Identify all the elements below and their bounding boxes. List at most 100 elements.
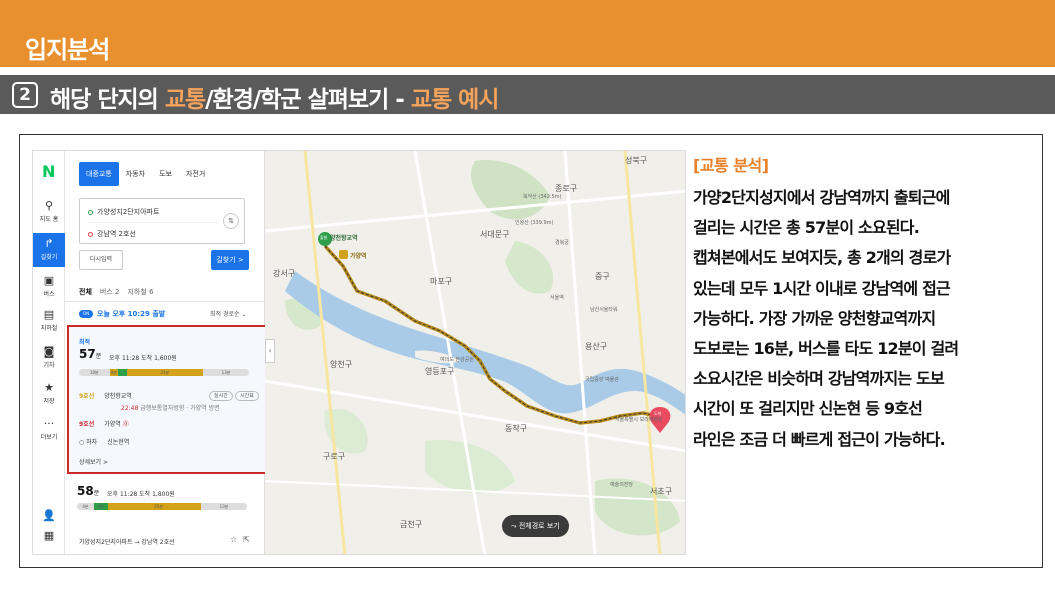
map-view[interactable]: 성북구 종로구 북악산 (342.5m) 인왕산 (339.9m) 서대문구 경… [265, 151, 685, 554]
sort-dropdown[interactable]: 최적 경로순 ⌄ [210, 309, 246, 318]
map-label: 영등포구 [425, 367, 455, 376]
tab-car[interactable]: 자동차 [119, 162, 152, 186]
star-icon[interactable]: ☆ [230, 535, 237, 544]
travel-mode-tabs: 대중교통 자동차 도보 자전거 [79, 162, 212, 186]
line-9-tag: 9호선 [79, 421, 95, 428]
map-canvas [265, 151, 685, 554]
section-bar: 2 해당 단지의 교통/환경/학군 살펴보기 - 교통 예시 [0, 75, 1055, 114]
timeline-segment-label: 9분 [110, 370, 117, 375]
heading-accent-example: 교통 예시 [410, 87, 500, 113]
tab-walk[interactable]: 도보 [152, 162, 179, 186]
departure-toggle[interactable]: ON [79, 310, 93, 318]
rail-item-grid[interactable]: ▦ [33, 529, 65, 544]
origin-field[interactable]: 가양성지2단지아파트 [88, 207, 159, 217]
tab-transit[interactable]: 대중교통 [79, 162, 119, 186]
reset-button[interactable]: 다시입력 [79, 250, 123, 270]
map-screenshot: N ⚲ 지도 홈 ↱ 길찾기 ▣ 버스 ▤ 지하철 ◙ 기차 ★ 저장 ··· 더보기 👤 ▦… [32, 150, 686, 555]
departure-time[interactable]: 오늘 오후 10:29 출발 [97, 309, 165, 319]
map-label: 동작구 [505, 424, 528, 433]
directions-panel: 대중교통 자동차 도보 자전거 가양성지2단지아파트 강남역 2호선 ⇅ 다시입… [65, 151, 267, 554]
step-sub-text: 급행보통열차방향 · 가양역 방면 [140, 405, 220, 412]
analysis-line: 라인은 조금 더 빠르게 접근이 가능하다. [693, 429, 946, 449]
footer-actions: ☆ ⇱ [230, 535, 250, 544]
pin-icon: ⚲ [44, 199, 54, 212]
alight-tag: ○ 하차 [79, 439, 98, 446]
route-arrival-fare: 오후 11:28 도착 1,600원 [109, 355, 177, 362]
rail-label: 버스 [43, 291, 55, 298]
origin-dot-icon [88, 209, 93, 215]
heading-text-mid: /환경/학군 살펴보기 - [205, 87, 411, 113]
map-label: 금천구 [400, 520, 423, 529]
analysis-body: 가양2단지성지에서 강남역까지 출퇴근에 걸리는 시간은 총 57분이 소요된다.… [693, 183, 1033, 455]
map-label: 마포구 [430, 277, 453, 286]
full-route-button[interactable]: ⤳ 전체경로 보기 [502, 515, 569, 537]
start-badge: 출발 [320, 235, 328, 240]
destination-dot-icon [88, 231, 93, 237]
rail-item-home[interactable]: ⚲ 지도 홈 [33, 199, 65, 223]
gayang-station-label: 가양역 [350, 253, 367, 260]
naver-logo[interactable]: N [42, 162, 55, 181]
share-icon[interactable]: ⇱ [243, 535, 250, 544]
heading-accent-traffic: 교통 [164, 87, 206, 113]
map-label: 성북구 [625, 156, 648, 165]
rail-item-directions[interactable]: ↱ 길찾기 [33, 233, 65, 267]
detail-link[interactable]: 상세보기 > [79, 457, 108, 466]
timeline-segment-label: 23분 [160, 370, 170, 375]
user-icon: 👤 [42, 509, 56, 522]
section-heading: 해당 단지의 교통/환경/학군 살펴보기 - 교통 예시 [50, 80, 500, 114]
expressway [303, 151, 347, 554]
transfer-icon: ⓪ [122, 421, 129, 428]
timeline-segment-label: 13분 [221, 370, 231, 375]
route-minutes: 58 [77, 484, 94, 498]
step-station: 신논현역 [107, 439, 130, 446]
rail-label: 기차 [43, 362, 55, 369]
collapse-panel-button[interactable]: ‹ [265, 339, 275, 363]
map-label: 예술의전당 [610, 482, 634, 488]
route-step: ○ 하차 신논현역 [79, 437, 259, 446]
map-label: 서울특별시 보라매병원 [615, 417, 663, 423]
map-label: 중구 [595, 272, 610, 281]
route-minutes: 57 [79, 347, 96, 361]
timetable-button[interactable]: 시간표 [235, 391, 259, 401]
rail-label: 더보기 [40, 434, 58, 441]
rail-item-subway[interactable]: ▤ 지하철 [33, 308, 65, 332]
result-tabs: 전체 버스 2 지하철 6 [79, 287, 259, 297]
timeline-segment [118, 369, 127, 376]
divider [65, 301, 264, 302]
icon-rail: N ⚲ 지도 홈 ↱ 길찾기 ▣ 버스 ▤ 지하철 ◙ 기차 ★ 저장 ··· 더보기 👤 ▦ [33, 151, 65, 554]
bus-icon: ▣ [43, 274, 55, 287]
map-label: 남산서울타워 [590, 307, 618, 313]
rail-item-more[interactable]: ··· 더보기 [33, 417, 65, 441]
swap-icon[interactable]: ⇅ [223, 213, 239, 229]
rail-item-user[interactable]: 👤 [33, 509, 65, 524]
tab-subway[interactable]: 지하철 6 [127, 287, 153, 297]
tab-all[interactable]: 전체 [79, 287, 92, 297]
route-card-best[interactable]: 최적 57분 오후 11:28 도착 1,600원 10분 9분 23분 13분 9호… [67, 325, 267, 474]
rail-label: 저장 [43, 398, 55, 405]
rail-label: 길찾기 [40, 254, 58, 261]
rail-item-bus[interactable]: ▣ 버스 [33, 274, 65, 298]
tab-bus[interactable]: 버스 2 [100, 287, 120, 297]
route-step: 9호선 가양역 ⓪ [79, 419, 259, 428]
footer-route: 가양성지2단지아파트 → 강남역 2호선 [79, 539, 175, 546]
realtime-button[interactable]: 실시간 [209, 391, 233, 401]
route-unit: 분 [93, 490, 100, 497]
traffic-analysis: [교통 분석] 가양2단지성지에서 강남역까지 출퇴근에 걸리는 시간은 총 57… [693, 152, 1033, 455]
station-marker-icon [339, 250, 348, 259]
subway-icon: ▤ [43, 308, 55, 321]
end-badge: 도착 [654, 411, 662, 416]
analysis-line: 있는데 모두 1시간 이내로 강남역에 접근 [693, 278, 951, 298]
step-station: 양천향교역 [104, 393, 132, 400]
top-bar: 입지분석 [0, 0, 1055, 67]
rail-item-saved[interactable]: ★ 저장 [33, 381, 65, 405]
start-station-label: 양천향교역 [330, 235, 358, 242]
map-label: 경복궁 [555, 240, 569, 246]
section-number: 2 [12, 82, 38, 108]
destination-field[interactable]: 강남역 2호선 [88, 229, 136, 239]
tab-bike[interactable]: 자전거 [179, 162, 212, 186]
timeline-segment-label: 4분 [82, 504, 89, 509]
heading-text: 해당 단지의 [50, 87, 165, 113]
search-route-button[interactable]: 길찾기 > [211, 250, 249, 270]
rail-item-train[interactable]: ◙ 기차 [33, 345, 65, 369]
analysis-heading: [교통 분석] [693, 156, 769, 175]
